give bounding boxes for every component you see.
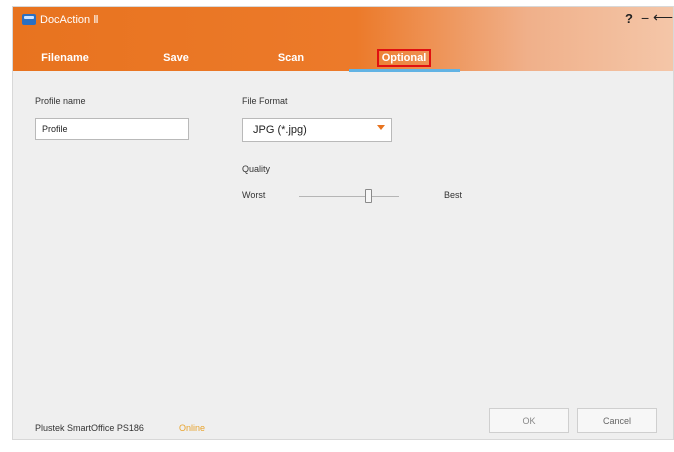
chevron-down-icon[interactable] bbox=[377, 125, 385, 130]
tab-save[interactable]: Save bbox=[151, 47, 201, 69]
tab-scan[interactable]: Scan bbox=[266, 47, 316, 69]
tab-bar: Filename Save Scan Optional bbox=[13, 47, 673, 71]
tab-optional-label: Optional bbox=[376, 49, 432, 67]
tab-filename[interactable]: Filename bbox=[35, 47, 95, 69]
quality-slider-track[interactable] bbox=[299, 196, 399, 197]
device-status: Online bbox=[179, 423, 206, 433]
tab-save-label: Save bbox=[163, 52, 189, 64]
profile-name-input[interactable]: Profile bbox=[35, 118, 189, 140]
ok-button[interactable]: OK bbox=[489, 408, 569, 433]
cancel-button[interactable]: Cancel bbox=[577, 408, 657, 433]
active-tab-indicator bbox=[349, 69, 460, 72]
app-window: DocAction Ⅱ ? − ⟵ Filename Save Scan Opt… bbox=[12, 6, 674, 440]
quality-min-label: Worst bbox=[242, 190, 266, 200]
profile-name-label: Profile name bbox=[35, 96, 86, 106]
help-button[interactable]: ? bbox=[625, 11, 633, 26]
device-name: Plustek SmartOffice PS186 bbox=[35, 423, 144, 433]
quality-slider-thumb[interactable] bbox=[365, 189, 372, 203]
file-format-label: File Format bbox=[242, 96, 288, 106]
app-title: DocAction Ⅱ bbox=[40, 14, 99, 26]
title-bar: DocAction Ⅱ ? − ⟵ Filename Save Scan Opt… bbox=[13, 7, 673, 71]
scanner-icon bbox=[22, 14, 36, 25]
quality-max-label: Best bbox=[444, 190, 463, 200]
file-format-select[interactable]: JPG (*.jpg) bbox=[242, 118, 392, 142]
quality-label: Quality bbox=[242, 164, 271, 174]
minimize-button[interactable]: − bbox=[641, 10, 649, 26]
tab-optional[interactable]: Optional bbox=[375, 47, 433, 69]
tab-filename-label: Filename bbox=[41, 52, 89, 64]
back-button[interactable]: ⟵ bbox=[653, 9, 673, 26]
tab-scan-label: Scan bbox=[277, 52, 305, 64]
